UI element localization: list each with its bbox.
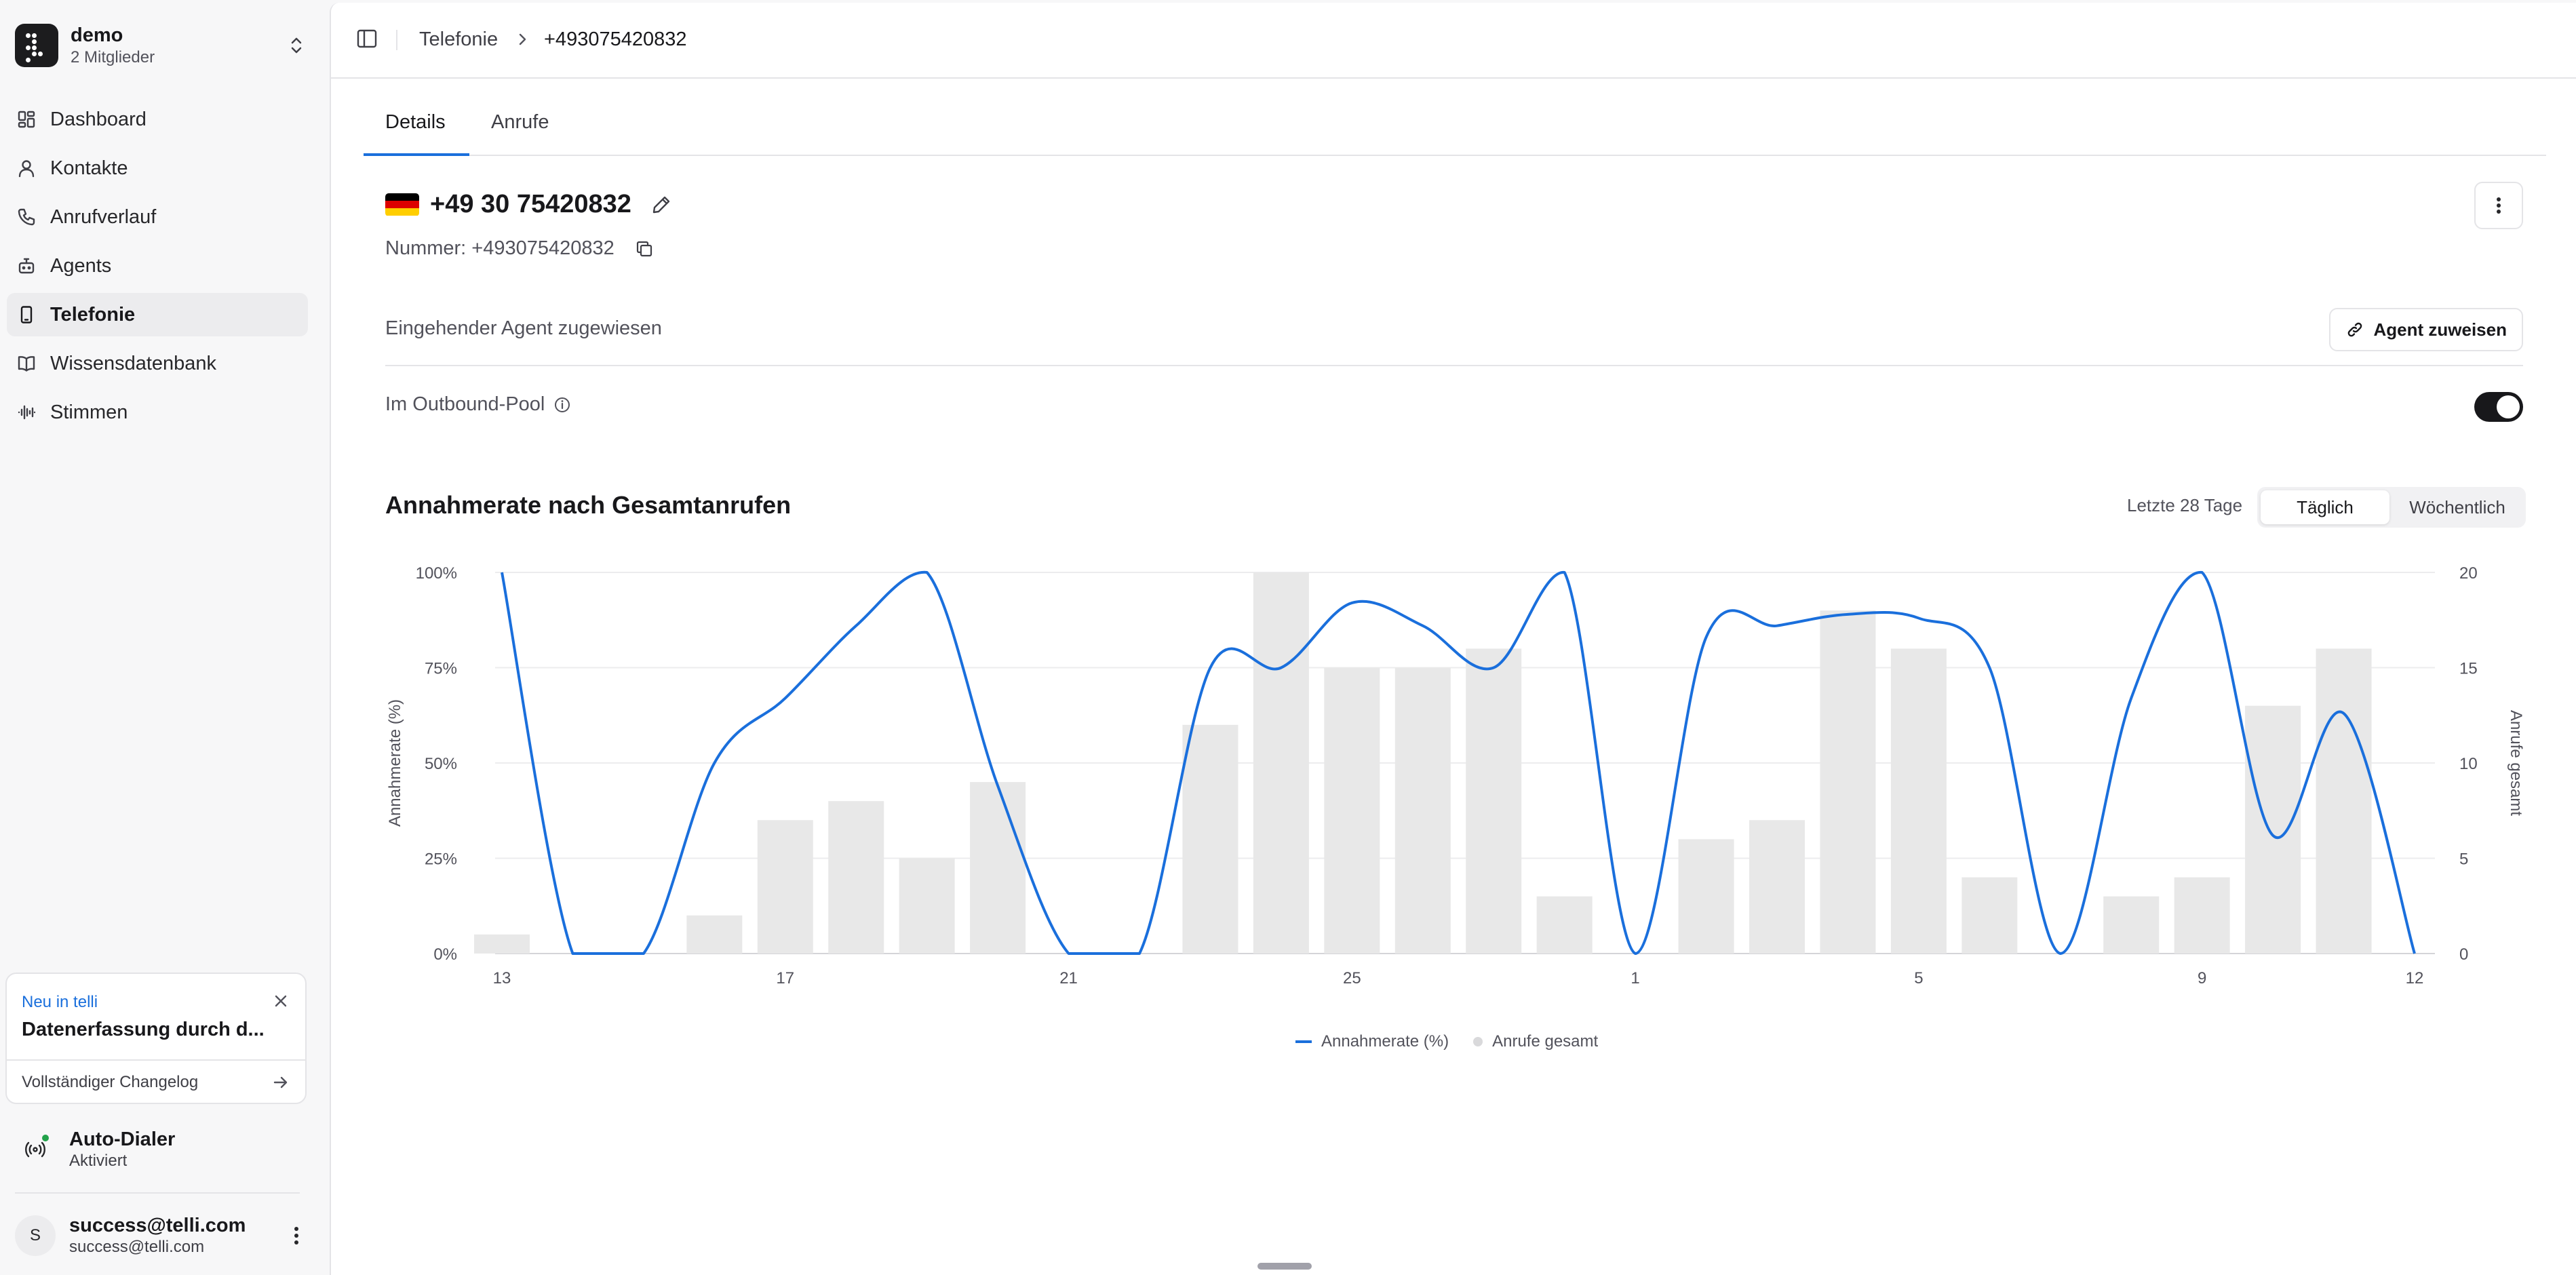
bar-calls — [686, 915, 743, 954]
sidebar-item-label: Wissensdatenbank — [50, 352, 217, 374]
person-icon — [16, 158, 37, 178]
bar-calls — [1253, 572, 1309, 954]
x-tick-label: 1 — [1631, 969, 1639, 987]
close-icon[interactable] — [271, 992, 290, 1011]
y-tick-label-right: 5 — [2459, 850, 2468, 869]
bar-calls — [757, 820, 813, 954]
chart-legend: Annahmerate (%) Anrufe gesamt — [1295, 1032, 1598, 1051]
resize-handle[interactable] — [1257, 1263, 1312, 1270]
x-tick-label: 12 — [2406, 969, 2424, 987]
y-tick-label-right: 10 — [2459, 755, 2478, 773]
sidebar-item-label: Telefonie — [50, 303, 136, 326]
y-axis-label-right: Anrufe gesamt — [2507, 710, 2525, 816]
bar-calls — [2103, 896, 2160, 954]
bar-calls — [1466, 648, 1522, 954]
y-tick-label-left: 50% — [425, 755, 457, 773]
sidebar-item-telefonie[interactable]: Telefonie — [7, 293, 308, 336]
y-tick-label-right: 15 — [2459, 660, 2478, 678]
sidebar-item-agents[interactable]: Agents — [7, 244, 308, 288]
auto-dialer-status[interactable]: Auto-Dialer Aktiviert — [15, 1126, 307, 1173]
x-tick-label: 17 — [776, 969, 794, 987]
y-tick-label-left: 100% — [416, 564, 457, 583]
legend-item-rate[interactable]: Annahmerate (%) — [1321, 1032, 1449, 1051]
workspace-name: demo — [71, 24, 123, 46]
bar-calls — [1536, 896, 1593, 954]
y-tick-label-left: 25% — [425, 850, 457, 869]
bar-calls — [1394, 667, 1451, 954]
changelog-tag: Neu in telli — [22, 993, 98, 1012]
user-menu[interactable]: S success@telli.com success@telli.com — [15, 1210, 307, 1261]
y-tick-label-left: 75% — [425, 660, 457, 678]
workspace-members: 2 Mitglieder — [71, 48, 155, 66]
bar-calls — [2245, 705, 2301, 954]
auto-dialer-state: Aktiviert — [69, 1152, 128, 1170]
user-name: success@telli.com — [69, 1215, 246, 1236]
bar-calls — [1890, 648, 1947, 954]
x-tick-label: 5 — [1914, 969, 1923, 987]
sidebar-nav: Dashboard Kontakte Anrufverlauf Agents T… — [7, 98, 308, 439]
avatar: S — [15, 1215, 56, 1256]
arrow-right-icon[interactable] — [271, 1073, 290, 1092]
divider — [7, 1059, 305, 1061]
app-root: demo 2 Mitglieder Dashboard Kontakte Anr… — [0, 0, 2576, 1275]
audio-waveform-icon — [16, 402, 37, 423]
bar-calls — [970, 782, 1026, 954]
workspace-logo-icon — [15, 24, 58, 67]
more-vertical-icon[interactable] — [286, 1222, 307, 1249]
changelog-card[interactable]: Neu in telli Datenerfassung durch d... V… — [5, 973, 307, 1104]
dashboard-icon — [16, 109, 37, 130]
bar-calls — [1820, 610, 1876, 954]
book-icon — [16, 353, 37, 374]
sidebar-item-anrufverlauf[interactable]: Anrufverlauf — [7, 195, 308, 239]
bot-icon — [16, 256, 37, 276]
bar-calls — [1962, 877, 2018, 954]
divider — [15, 1192, 300, 1194]
changelog-brand: telli — [73, 993, 98, 1011]
sidebar-item-label: Agents — [50, 254, 112, 277]
bar-calls — [2174, 877, 2230, 954]
bar-calls — [1182, 724, 1238, 954]
chevrons-up-down-icon[interactable] — [286, 32, 307, 59]
x-tick-label: 9 — [2198, 969, 2206, 987]
radio-broadcast-icon — [15, 1129, 56, 1170]
sidebar-item-label: Dashboard — [50, 108, 147, 130]
y-tick-label-right: 0 — [2459, 945, 2468, 964]
bar-calls — [1678, 839, 1734, 954]
x-tick-label: 13 — [493, 969, 511, 987]
changelog-link[interactable]: Vollständiger Changelog — [22, 1073, 198, 1092]
smartphone-icon — [16, 305, 37, 325]
x-tick-label: 25 — [1343, 969, 1361, 987]
main-panel: Telefonie +493075420832 Details Anrufe +… — [330, 3, 2576, 1275]
sidebar-item-stimmen[interactable]: Stimmen — [7, 391, 308, 434]
legend-line-swatch — [1295, 1040, 1312, 1043]
phone-icon — [16, 207, 37, 227]
sidebar-item-label: Anrufverlauf — [50, 205, 157, 228]
bar-calls — [1749, 820, 1805, 954]
acceptance-rate-chart: 0%25%50%75%100%05101520Annahmerate (%) An… — [386, 564, 2525, 987]
status-dot — [41, 1133, 50, 1143]
y-axis-label-left: Annahmerate (%) — [386, 699, 404, 827]
bar-calls — [828, 801, 884, 954]
sidebar-item-wissensdatenbank[interactable]: Wissensdatenbank — [7, 342, 308, 385]
bar-calls — [474, 934, 530, 954]
user-email: success@telli.com — [69, 1238, 205, 1256]
sidebar-item-label: Kontakte — [50, 157, 128, 179]
bar-calls — [2316, 648, 2372, 954]
sidebar: demo 2 Mitglieder Dashboard Kontakte Anr… — [0, 0, 330, 1275]
legend-item-calls[interactable]: Anrufe gesamt — [1492, 1032, 1598, 1051]
auto-dialer-title: Auto-Dialer — [69, 1129, 176, 1150]
bar-calls — [899, 858, 955, 954]
sidebar-item-dashboard[interactable]: Dashboard — [7, 98, 308, 141]
bar-calls — [1324, 667, 1380, 954]
sidebar-item-label: Stimmen — [50, 401, 128, 423]
legend-dot-swatch — [1473, 1037, 1483, 1046]
x-tick-label: 21 — [1059, 969, 1078, 987]
y-tick-label-left: 0% — [433, 945, 457, 964]
workspace-switcher[interactable]: demo 2 Mitglieder — [15, 22, 307, 69]
y-tick-label-right: 20 — [2459, 564, 2478, 583]
sidebar-item-kontakte[interactable]: Kontakte — [7, 146, 308, 190]
changelog-title: Datenerfassung durch d... — [22, 1019, 265, 1040]
changelog-tag-prefix: Neu in — [22, 993, 69, 1011]
